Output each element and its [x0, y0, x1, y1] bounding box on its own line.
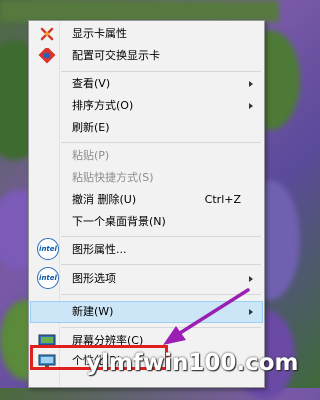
watermark-text: ylmfwin100.com — [86, 350, 299, 376]
annotation-arrow-icon — [163, 288, 250, 345]
